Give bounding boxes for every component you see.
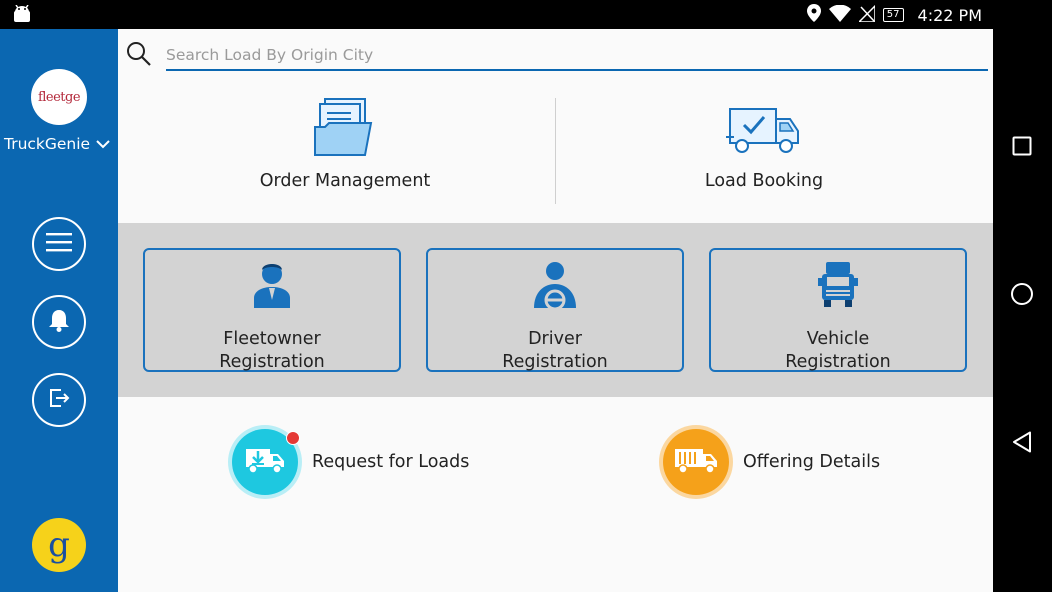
vehicle-registration-label: Vehicle Registration [785, 329, 891, 372]
load-booking-label: Load Booking [704, 171, 824, 191]
main-content: Order Management Load Booking Fleetowner… [118, 29, 993, 592]
back-button[interactable] [1007, 429, 1037, 459]
registration-section: Fleetowner Registration Driver Registratio… [118, 223, 993, 397]
driver-registration-button[interactable]: Driver Registration [426, 248, 684, 372]
menu-button[interactable] [32, 217, 86, 271]
order-management-label: Order Management [259, 171, 431, 191]
notifications-button[interactable] [32, 295, 86, 349]
no-signal-icon [856, 3, 876, 26]
cargo-truck-icon [674, 445, 718, 479]
menu-icon [46, 232, 72, 256]
request-for-loads-label: Request for Loads [312, 452, 470, 472]
logout-button[interactable] [32, 373, 86, 427]
vehicle-truck-front-icon [818, 260, 858, 308]
offering-details-button[interactable]: Offering Details [663, 429, 880, 495]
home-button[interactable] [1007, 281, 1037, 311]
battery-icon: 57 [882, 8, 904, 22]
location-icon [806, 4, 821, 26]
account-switcher[interactable]: TruckGenie [4, 135, 110, 153]
logout-icon [48, 387, 70, 413]
status-bar: 57 4:22 PM [0, 0, 1052, 29]
home-circle-icon [1010, 282, 1034, 310]
driver-registration-label: Driver Registration [502, 329, 608, 372]
sidebar: fleetge TruckGenie g [0, 29, 118, 592]
clock: 4:22 PM [917, 5, 982, 25]
fleetowner-registration-label: Fleetowner Registration [219, 329, 325, 372]
back-triangle-icon [1012, 431, 1032, 457]
bell-icon [48, 308, 70, 336]
vehicle-registration-button[interactable]: Vehicle Registration [709, 248, 967, 372]
fleetowner-registration-button[interactable]: Fleetowner Registration [143, 248, 401, 372]
search-icon [126, 41, 152, 71]
documents-folder-icon [313, 97, 377, 163]
genie-logo[interactable]: g [32, 518, 86, 572]
android-nav-bar [993, 29, 1052, 592]
tile-divider [555, 98, 556, 204]
brand-name: TruckGenie [4, 135, 91, 153]
chevron-down-icon [96, 135, 110, 153]
offering-details-circle [663, 429, 729, 495]
android-icon [12, 4, 32, 27]
request-for-loads-button[interactable]: Request for Loads [232, 429, 469, 495]
fleetowner-person-icon [252, 260, 292, 308]
recents-square-icon [1012, 136, 1032, 160]
search-input[interactable] [166, 41, 988, 71]
notification-badge [286, 431, 300, 445]
order-management-tile[interactable]: Order Management [240, 97, 450, 217]
recents-button[interactable] [1007, 133, 1037, 163]
fleetgenie-logo: fleetge [31, 69, 87, 125]
offering-details-label: Offering Details [743, 452, 881, 472]
load-booking-tile[interactable]: Load Booking [659, 97, 869, 217]
truck-check-icon [726, 97, 802, 163]
download-truck-icon [245, 445, 285, 479]
wifi-icon [828, 4, 851, 26]
request-loads-circle [232, 429, 300, 495]
driver-steering-icon [532, 260, 578, 311]
